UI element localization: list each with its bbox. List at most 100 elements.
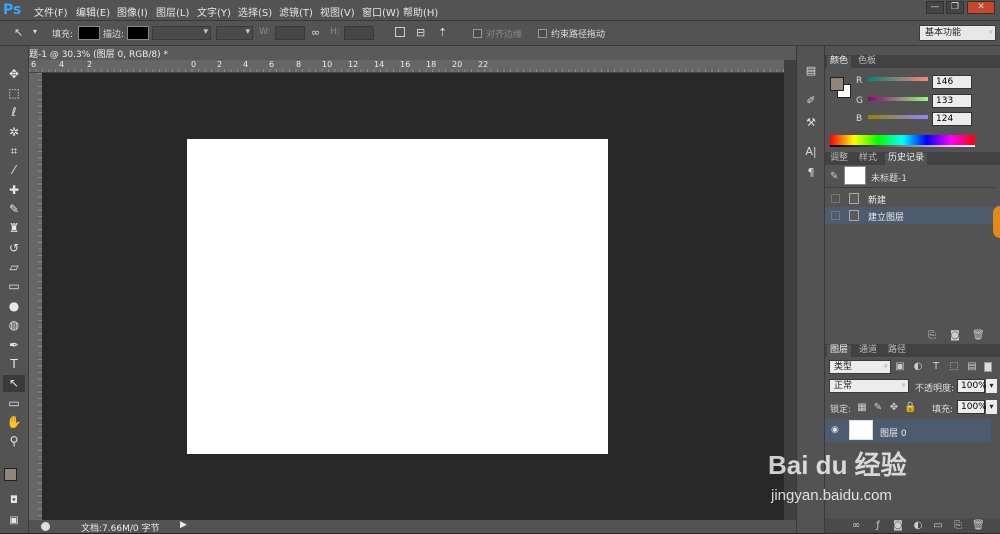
menu-layer[interactable]: 图层(L) bbox=[156, 4, 189, 19]
clone-stamp-tool-icon[interactable]: ♜ bbox=[3, 220, 25, 237]
move-tool-icon[interactable]: ✥ bbox=[3, 66, 25, 83]
blue-slider[interactable] bbox=[868, 115, 928, 119]
menu-view[interactable]: 视图(V) bbox=[320, 4, 355, 19]
new-group-icon[interactable]: ▭ bbox=[932, 520, 944, 532]
stroke-swatch[interactable] bbox=[127, 26, 149, 40]
menu-select[interactable]: 选择(S) bbox=[238, 4, 272, 19]
layer-row[interactable]: ◉ 图层 0 bbox=[825, 419, 991, 442]
lock-transparent-icon[interactable]: ▦ bbox=[856, 402, 868, 414]
gradient-tool-icon[interactable]: ▭ bbox=[3, 278, 25, 295]
zoom-tool-icon[interactable]: ⚲ bbox=[3, 433, 25, 450]
menu-help[interactable]: 帮助(H) bbox=[403, 4, 438, 19]
red-value-field[interactable]: 146 bbox=[932, 75, 972, 89]
lasso-tool-icon[interactable]: ℓ bbox=[3, 104, 25, 121]
restore-button[interactable]: ❐ bbox=[946, 1, 964, 14]
link-layers-icon[interactable]: ∞ bbox=[850, 520, 862, 532]
eyedropper-tool-icon[interactable]: ⁄ bbox=[3, 162, 25, 179]
layer-filter-dropdown[interactable]: 类型 bbox=[829, 360, 891, 374]
fill-field[interactable]: 100% bbox=[957, 400, 987, 414]
pen-tool-icon[interactable]: ✒ bbox=[3, 337, 25, 354]
type-tool-icon[interactable]: T bbox=[3, 356, 25, 373]
menu-edit[interactable]: 编辑(E) bbox=[76, 4, 110, 19]
red-slider[interactable] bbox=[868, 77, 928, 81]
layer-name[interactable]: 图层 0 bbox=[880, 426, 907, 439]
history-brush-tool-icon[interactable]: ↺ bbox=[3, 240, 25, 257]
filter-type-icon[interactable]: T bbox=[930, 361, 942, 373]
status-menu-arrow-icon[interactable]: ▶ bbox=[180, 520, 187, 530]
magic-wand-tool-icon[interactable]: ✲ bbox=[3, 124, 25, 141]
character-panel-icon[interactable]: A| bbox=[802, 145, 820, 161]
layer-thumbnail[interactable] bbox=[849, 420, 873, 440]
menu-file[interactable]: 文件(F) bbox=[34, 4, 68, 19]
healing-brush-tool-icon[interactable]: ✚ bbox=[3, 182, 25, 199]
foreground-color-chip[interactable] bbox=[830, 77, 844, 91]
tab-channels[interactable]: 通道 bbox=[856, 345, 880, 357]
layer-style-icon[interactable]: ƒ bbox=[872, 520, 884, 532]
opacity-field[interactable]: 100% bbox=[957, 379, 987, 393]
blend-mode-dropdown[interactable]: 正常 bbox=[829, 379, 909, 393]
workspace-dropdown[interactable]: 基本功能 bbox=[919, 25, 996, 41]
filter-smart-object-icon[interactable]: ▤ bbox=[966, 361, 978, 373]
color-spectrum-bar[interactable] bbox=[830, 135, 975, 145]
zoom-indicator-icon[interactable] bbox=[41, 522, 50, 531]
close-button[interactable]: ✕ bbox=[967, 1, 995, 14]
screen-mode-icon[interactable]: ▣ bbox=[3, 512, 25, 529]
crop-tool-icon[interactable]: ⌗ bbox=[3, 143, 25, 160]
filter-toggle-icon[interactable] bbox=[984, 362, 992, 372]
adjustment-layer-icon[interactable]: ◐ bbox=[912, 520, 924, 532]
delete-layer-icon[interactable]: 🗑 bbox=[972, 520, 985, 532]
tab-adjustments[interactable]: 调整 bbox=[827, 153, 851, 165]
lock-pixels-icon[interactable]: ✎ bbox=[872, 402, 884, 414]
constrain-path-checkbox[interactable] bbox=[538, 29, 547, 38]
tab-paths[interactable]: 路径 bbox=[885, 345, 909, 357]
minimize-button[interactable]: — bbox=[926, 1, 944, 14]
path-alignment-icon[interactable]: ⊟ bbox=[416, 26, 425, 39]
opacity-dropdown-icon[interactable]: ▾ bbox=[986, 379, 997, 393]
stroke-width-dropdown[interactable] bbox=[152, 26, 211, 40]
tab-styles[interactable]: 样式 bbox=[856, 153, 880, 165]
green-slider[interactable] bbox=[868, 97, 928, 101]
filter-pixel-icon[interactable]: ▣ bbox=[894, 361, 906, 373]
path-selection-tool-icon[interactable]: ↖ bbox=[3, 375, 25, 392]
tab-history[interactable]: 历史记录 bbox=[885, 153, 928, 165]
blue-value-field[interactable]: 124 bbox=[932, 112, 972, 126]
menu-window[interactable]: 窗口(W) bbox=[362, 4, 400, 19]
align-edges-checkbox[interactable] bbox=[473, 29, 482, 38]
menu-image[interactable]: 图像(I) bbox=[117, 4, 148, 19]
brush-tool-icon[interactable]: ✎ bbox=[3, 201, 25, 218]
grayscale-ramp[interactable] bbox=[830, 145, 975, 147]
dodge-tool-icon[interactable]: ◍ bbox=[3, 317, 25, 334]
path-operations-icon[interactable] bbox=[395, 27, 405, 37]
tool-presets-icon[interactable]: ⚒ bbox=[802, 116, 820, 132]
fill-dropdown-icon[interactable]: ▾ bbox=[986, 400, 997, 414]
new-document-from-state-icon[interactable]: ⎘ bbox=[926, 330, 938, 342]
stroke-type-dropdown[interactable] bbox=[216, 26, 253, 40]
marquee-tool-icon[interactable]: ⬚ bbox=[3, 85, 25, 102]
height-field[interactable] bbox=[344, 26, 374, 40]
tab-layers[interactable]: 图层 bbox=[827, 345, 852, 357]
width-field[interactable] bbox=[275, 26, 305, 40]
delete-state-icon[interactable]: 🗑 bbox=[972, 330, 985, 342]
new-layer-icon[interactable]: ⎘ bbox=[952, 520, 964, 532]
snapshot-name[interactable]: 未标题-1 bbox=[871, 171, 907, 184]
history-item[interactable]: 新建 bbox=[825, 190, 995, 207]
eraser-tool-icon[interactable]: ▱ bbox=[3, 259, 25, 276]
tool-preset-dropdown-icon[interactable]: ▾ bbox=[33, 27, 37, 36]
filter-shape-icon[interactable]: ⬚ bbox=[948, 361, 960, 373]
blur-tool-icon[interactable]: ● bbox=[3, 298, 25, 315]
fill-swatch[interactable] bbox=[78, 26, 100, 40]
new-snapshot-icon[interactable]: ◙ bbox=[949, 330, 961, 342]
history-brush-source-icon[interactable]: ✎ bbox=[830, 171, 838, 182]
link-icon[interactable]: ∞ bbox=[311, 26, 320, 39]
snapshot-thumbnail[interactable] bbox=[844, 166, 866, 185]
green-value-field[interactable]: 133 bbox=[932, 94, 972, 108]
path-select-tool-icon[interactable]: ↖ bbox=[14, 26, 23, 39]
lock-all-icon[interactable]: 🔒 bbox=[904, 402, 916, 414]
history-item[interactable]: 建立图层 bbox=[825, 207, 995, 224]
lock-position-icon[interactable]: ✥ bbox=[888, 402, 900, 414]
menu-filter[interactable]: 滤镜(T) bbox=[279, 4, 313, 19]
foreground-color-swatch[interactable] bbox=[4, 468, 17, 481]
document-tab[interactable]: 题-1 @ 30.3% (图层 0, RGB/8) * bbox=[29, 46, 796, 60]
paragraph-panel-icon[interactable]: ¶ bbox=[802, 166, 820, 182]
menu-type[interactable]: 文字(Y) bbox=[197, 4, 231, 19]
